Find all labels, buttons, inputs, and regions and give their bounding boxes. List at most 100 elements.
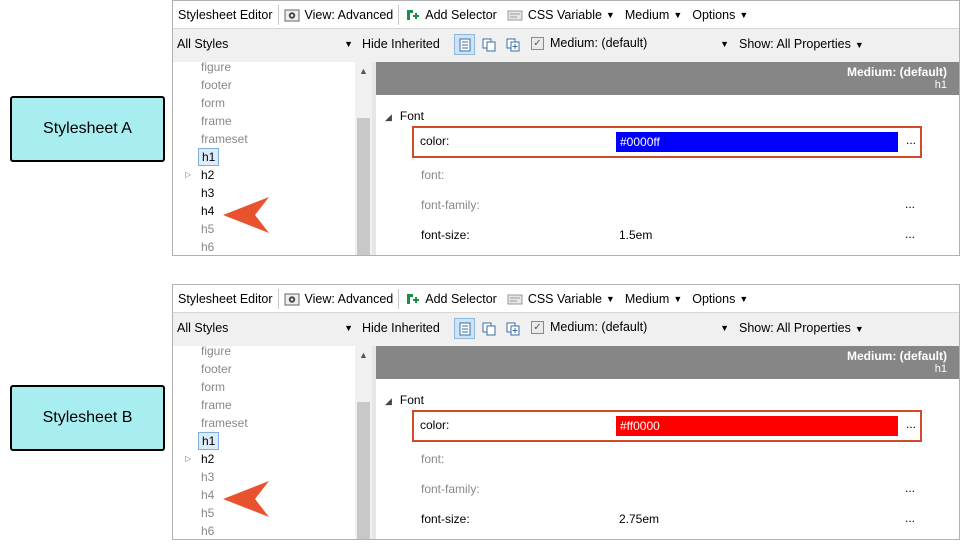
view-list-button[interactable]: [454, 34, 475, 55]
prop-row-font-family[interactable]: font-family:...: [421, 480, 921, 498]
filter-bar: All Styles ▼ Hide Inherited ✓ Medium: (def…: [173, 29, 959, 62]
prop-row-font-size[interactable]: font-size: 2.75em...: [421, 510, 921, 528]
tree-item[interactable]: h2: [201, 450, 214, 468]
css-variable-menu[interactable]: CSS Variable ▼: [502, 1, 620, 28]
hide-inherited-button[interactable]: Hide Inherited: [362, 37, 440, 51]
scrollbar-thumb[interactable]: [357, 118, 370, 255]
font-size-value[interactable]: 1.5em: [619, 228, 652, 242]
expand-arrow-icon[interactable]: ▷: [185, 170, 191, 179]
checkbox-icon[interactable]: ✓: [531, 36, 544, 50]
chevron-down-icon: ▼: [673, 293, 683, 304]
color-value-field[interactable]: #0000ff: [616, 132, 898, 152]
medium-select[interactable]: ✓ Medium: (default) ▼: [531, 320, 729, 334]
scrollbar-thumb[interactable]: [357, 402, 370, 539]
color-value-field[interactable]: #ff0000: [616, 416, 898, 436]
properties-header: Medium: (default) h1: [376, 62, 959, 95]
tree-item[interactable]: frame: [201, 396, 232, 414]
tree-item[interactable]: h3: [201, 184, 214, 202]
view-add-icon: [506, 322, 519, 335]
stylesheet-editor-panel-a: Stylesheet Editor View: Advanced Add Sel…: [172, 0, 960, 256]
view-copy-button[interactable]: [478, 318, 499, 339]
add-selector-icon: [407, 293, 420, 304]
toolbar: Stylesheet Editor View: Advanced Add Sel…: [173, 285, 959, 313]
ellipsis-button[interactable]: ...: [905, 481, 915, 495]
tree-item[interactable]: h6: [201, 522, 214, 539]
prop-row-font-family[interactable]: font-family:...: [421, 196, 921, 214]
chevron-down-icon: ▼: [344, 39, 353, 49]
header-medium: Medium: (default): [847, 65, 947, 79]
tree-item[interactable]: figure: [201, 62, 231, 76]
chevron-up-icon[interactable]: ▲: [359, 350, 368, 360]
tree-item[interactable]: footer: [201, 360, 232, 378]
tree-item[interactable]: footer: [201, 76, 232, 94]
tree-item[interactable]: h6: [201, 238, 214, 255]
chevron-down-icon: ▼: [854, 40, 864, 50]
arrow-pointer-icon: [223, 481, 269, 517]
options-menu[interactable]: Options ▼: [687, 1, 753, 28]
tree-item[interactable]: h4: [201, 486, 214, 504]
header-medium: Medium: (default): [847, 349, 947, 363]
chevron-down-icon: ▼: [720, 39, 729, 49]
medium-select[interactable]: ✓ Medium: (default) ▼: [531, 36, 729, 50]
tree-item-selected[interactable]: h1: [198, 148, 220, 166]
checkbox-icon[interactable]: ✓: [531, 320, 544, 334]
tree-item[interactable]: h5: [201, 220, 214, 238]
view-list-button[interactable]: [454, 318, 475, 339]
prop-row-font[interactable]: font:: [421, 450, 921, 468]
tree-scrollbar[interactable]: ▲: [355, 346, 372, 539]
ellipsis-button[interactable]: ...: [906, 417, 916, 431]
chevron-up-icon[interactable]: ▲: [359, 66, 368, 76]
tree-item[interactable]: h3: [201, 468, 214, 486]
tree-item-selected[interactable]: h1: [198, 432, 220, 450]
show-properties-select[interactable]: Show: All Properties ▼: [739, 321, 864, 335]
tree-item[interactable]: frameset: [201, 414, 248, 432]
add-selector-button[interactable]: Add Selector: [399, 285, 502, 312]
expand-arrow-icon[interactable]: ▷: [185, 454, 191, 463]
ellipsis-button[interactable]: ...: [905, 197, 915, 211]
eye-icon: [284, 9, 299, 21]
font-size-value[interactable]: 2.75em: [619, 512, 659, 526]
prop-name-color: color:: [420, 134, 450, 148]
callout-stylesheet-b: Stylesheet B: [10, 385, 165, 451]
view-add-button[interactable]: [502, 318, 523, 339]
color-property-highlight: color: #ff0000 ...: [412, 410, 922, 442]
css-variable-menu[interactable]: CSS Variable ▼: [502, 285, 620, 312]
view-copy-button[interactable]: [478, 34, 499, 55]
tree-scrollbar[interactable]: ▲: [355, 62, 372, 255]
callout-stylesheet-a: Stylesheet A: [10, 96, 165, 162]
ellipsis-button[interactable]: ...: [906, 133, 916, 147]
styles-select[interactable]: All Styles ▼: [177, 321, 353, 335]
prop-row-font[interactable]: font:: [421, 166, 921, 184]
ellipsis-button[interactable]: ...: [905, 511, 915, 525]
tree-item[interactable]: form: [201, 94, 225, 112]
tree-item[interactable]: frame: [201, 112, 232, 130]
properties-pane: Medium: (default) h1 ◢ Font color: #ff000…: [376, 346, 959, 539]
prop-row-font-size[interactable]: font-size: 1.5em...: [421, 226, 921, 244]
stylesheet-editor-title: Stylesheet Editor: [178, 7, 273, 22]
tree-item[interactable]: figure: [201, 346, 231, 360]
tree-item[interactable]: form: [201, 378, 225, 396]
ellipsis-button[interactable]: ...: [905, 227, 915, 241]
tree-item[interactable]: h4: [201, 202, 214, 220]
font-group-header[interactable]: ◢ Font: [385, 393, 424, 407]
tree-item[interactable]: h2: [201, 166, 214, 184]
view-copy-icon: [482, 322, 495, 335]
properties-pane: Medium: (default) h1 ◢ Font color: #0000f…: [376, 62, 959, 255]
filter-bar: All Styles ▼ Hide Inherited ✓ Medium: (def…: [173, 313, 959, 346]
view-add-button[interactable]: [502, 34, 523, 55]
collapse-arrow-icon: ◢: [385, 112, 392, 122]
css-variable-icon: [507, 10, 523, 20]
styles-select[interactable]: All Styles ▼: [177, 37, 353, 51]
view-menu-button[interactable]: View: Advanced: [279, 1, 399, 28]
options-menu[interactable]: Options ▼: [687, 285, 753, 312]
medium-menu[interactable]: Medium ▼: [620, 285, 687, 312]
tree-item[interactable]: frameset: [201, 130, 248, 148]
show-properties-select[interactable]: Show: All Properties ▼: [739, 37, 864, 51]
font-group-header[interactable]: ◢ Font: [385, 109, 424, 123]
view-menu-button[interactable]: View: Advanced: [279, 285, 399, 312]
add-selector-button[interactable]: Add Selector: [399, 1, 502, 28]
hide-inherited-button[interactable]: Hide Inherited: [362, 321, 440, 335]
tree-item[interactable]: h5: [201, 504, 214, 522]
medium-menu[interactable]: Medium ▼: [620, 1, 687, 28]
color-property-highlight: color: #0000ff ...: [412, 126, 922, 158]
